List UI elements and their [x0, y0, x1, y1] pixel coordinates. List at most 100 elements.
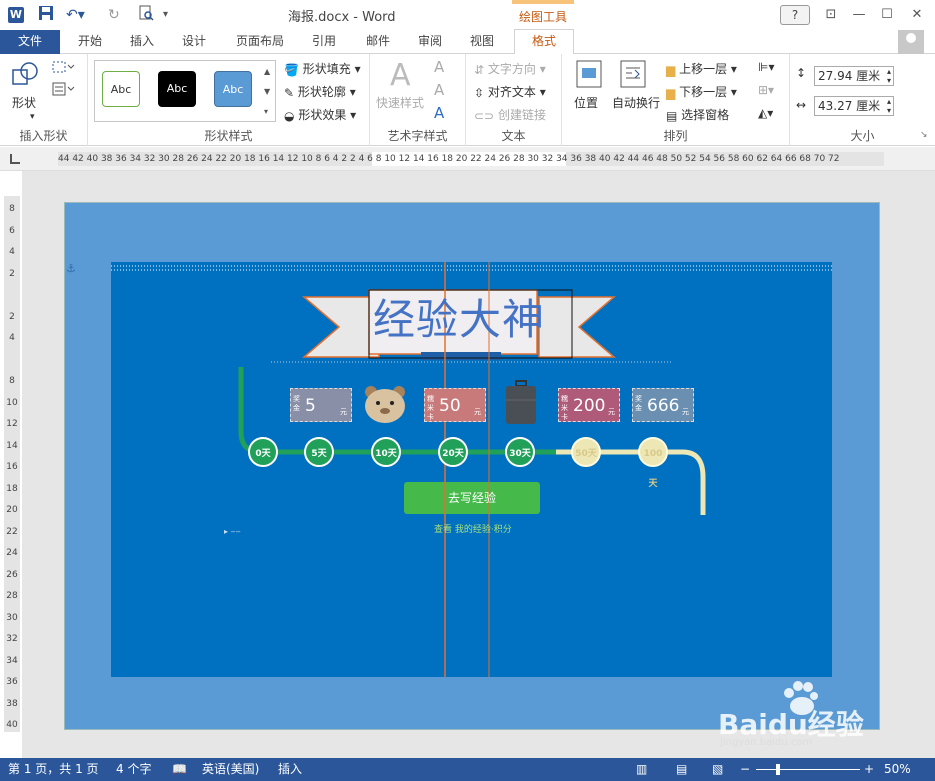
status-page[interactable]: 第 1 页，共 1 页: [8, 758, 99, 781]
group-label-text: 文本: [501, 129, 526, 143]
shape-height-input[interactable]: 27.94 厘米 ▴ ▾: [814, 66, 894, 86]
create-link-button[interactable]: ⊂⊃ 创建链接: [474, 106, 546, 123]
height-spinner-icon[interactable]: ▴ ▾: [887, 67, 891, 85]
position-icon[interactable]: [576, 60, 602, 91]
prize-luggage-icon[interactable]: [502, 380, 564, 424]
customize-quick-access-icon[interactable]: ▾: [163, 5, 168, 25]
milestone-marker[interactable]: 10天: [371, 437, 401, 467]
shapes-dropdown-icon[interactable]: ▾: [30, 112, 35, 122]
text-outline-icon[interactable]: A: [434, 81, 444, 99]
prize-coupon[interactable]: 糯米卡 200 元: [558, 388, 620, 422]
milestone-marker[interactable]: 30天: [505, 437, 535, 467]
ribbon-display-options-button[interactable]: ⊡: [818, 4, 844, 26]
milestone-marker[interactable]: 100天: [638, 437, 668, 489]
status-insert-mode[interactable]: 插入: [278, 758, 302, 781]
shapes-icon[interactable]: [10, 60, 40, 93]
bring-forward-button[interactable]: ▆ 上移一层 ▾: [666, 60, 737, 77]
text-direction-label: 文字方向: [487, 62, 536, 76]
shape-style-sample-black[interactable]: Abc: [158, 71, 196, 107]
shape-style-sample-outline[interactable]: Abc: [102, 71, 140, 107]
close-button[interactable]: ✕: [904, 4, 930, 26]
zoom-out-icon[interactable]: −: [740, 758, 750, 781]
milestone-marker[interactable]: 50天: [571, 437, 601, 467]
save-icon[interactable]: [38, 5, 54, 27]
horizontal-ruler[interactable]: 44 42 40 38 36 34 32 30 28 26 24 22 20 1…: [0, 147, 935, 171]
tab-insert[interactable]: 插入: [124, 30, 160, 54]
status-language[interactable]: 英语(美国): [202, 758, 259, 781]
banner-left-tail[interactable]: [301, 296, 380, 358]
wrap-text-button[interactable]: 自动换行: [612, 94, 660, 111]
shape-width-input[interactable]: 43.27 厘米 ▴ ▾: [814, 96, 894, 116]
prize-coupon[interactable]: 奖金 5 元: [290, 388, 352, 422]
shape-outline-button[interactable]: ✎ 形状轮廓 ▾: [284, 83, 356, 100]
prize-coupon[interactable]: 奖金 666 元: [632, 388, 694, 422]
tab-page-layout[interactable]: 页面布局: [230, 30, 290, 54]
poster-title[interactable]: 经验大神: [373, 290, 573, 350]
tab-design[interactable]: 设计: [176, 30, 212, 54]
status-word-count[interactable]: 4 个字: [116, 758, 151, 781]
shapes-button[interactable]: 形状: [12, 94, 36, 111]
tab-view[interactable]: 视图: [464, 30, 500, 54]
gallery-scroll-icon[interactable]: ▲ ▼ ▾: [264, 62, 270, 122]
edit-shape-icon[interactable]: [52, 60, 76, 77]
align-text-label: 对齐文本: [487, 85, 536, 99]
position-button[interactable]: 位置: [574, 94, 598, 111]
restore-button[interactable]: ☐: [874, 4, 900, 26]
redo-icon[interactable]: ↻: [108, 5, 120, 25]
selection-pane-button[interactable]: ▤ 选择窗格: [666, 106, 729, 123]
zoom-slider-track[interactable]: [756, 769, 860, 770]
shape-effects-button[interactable]: ◒ 形状效果 ▾: [284, 106, 356, 123]
anchor-icon[interactable]: ⚓: [66, 262, 76, 275]
wrap-text-icon[interactable]: [620, 60, 646, 91]
shape-style-sample-blue[interactable]: Abc: [214, 71, 252, 107]
prize-bear-plush-icon[interactable]: [361, 384, 423, 423]
minimize-button[interactable]: —: [846, 4, 872, 26]
send-backward-button[interactable]: ▆ 下移一层 ▾: [666, 83, 737, 100]
tab-mailings[interactable]: 邮件: [360, 30, 396, 54]
shape-fill-button[interactable]: 🪣 形状填充 ▾: [284, 60, 361, 77]
tab-references[interactable]: 引用: [306, 30, 342, 54]
tab-selector-icon[interactable]: [10, 154, 20, 164]
print-layout-icon[interactable]: ▤: [676, 758, 687, 781]
tab-review[interactable]: 审阅: [412, 30, 448, 54]
prize-coupon[interactable]: 糯米卡 50 元: [424, 388, 486, 422]
read-mode-icon[interactable]: ▥: [636, 758, 647, 781]
group-shape-styles: Abc Abc Abc ▲ ▼ ▾ 🪣 形状填充 ▾ ✎ 形状轮廓 ▾ ◒ 形状效果…: [88, 54, 370, 146]
zoom-slider-thumb[interactable]: [776, 764, 780, 775]
text-box-icon[interactable]: [52, 82, 76, 99]
milestone-marker[interactable]: 5天: [304, 437, 334, 467]
tab-home[interactable]: 开始: [72, 30, 108, 54]
ruler-number: 2: [9, 311, 15, 322]
word-app-icon[interactable]: W: [8, 7, 24, 23]
rotate-icon[interactable]: ◭▾: [758, 106, 773, 120]
zoom-in-icon[interactable]: +: [864, 758, 874, 781]
proofing-icon[interactable]: 📖: [172, 758, 187, 781]
web-layout-icon[interactable]: ▧: [712, 758, 723, 781]
coupon-value: 200: [573, 396, 606, 416]
group-arrange: 位置 自动换行 ▆ 上移一层 ▾ ▆ 下移一层 ▾ ▤ 选择窗格 ⊫▾ ⊞▾ ◭…: [562, 54, 790, 146]
vertical-ruler[interactable]: 8 6 4 2 2 4 8 10 12 14 16 18 20 22 24 26 28 30 32 34 36 38 40: [4, 196, 20, 732]
milestone-marker[interactable]: 20天: [438, 437, 468, 467]
text-effects-icon[interactable]: A: [434, 104, 444, 122]
milestone-marker[interactable]: 0天: [248, 437, 278, 467]
poster-subtext[interactable]: 查看 我的经验·积分: [434, 522, 512, 535]
size-dialog-launcher-icon[interactable]: ↘: [920, 130, 928, 140]
help-button[interactable]: ?: [780, 5, 810, 25]
cta-button-write-experience[interactable]: 去写经验: [404, 482, 540, 514]
tab-format[interactable]: 格式: [514, 29, 574, 55]
quick-styles-button[interactable]: 快速样式: [376, 94, 424, 111]
print-preview-icon[interactable]: [138, 5, 154, 27]
shape-height-value: 27.94 厘米: [818, 69, 881, 83]
undo-icon[interactable]: ↶▾: [66, 5, 85, 25]
text-fill-icon[interactable]: A: [434, 58, 444, 76]
width-spinner-icon[interactable]: ▴ ▾: [887, 97, 891, 115]
tab-file[interactable]: 文件: [0, 30, 60, 54]
group-objects-icon[interactable]: ⊞▾: [758, 83, 774, 97]
user-avatar[interactable]: [898, 30, 924, 54]
align-icon[interactable]: ⊫▾: [758, 60, 774, 74]
zoom-level[interactable]: 50%: [884, 758, 911, 781]
bring-forward-icon: ▆: [666, 62, 676, 77]
quick-styles-icon[interactable]: A: [390, 58, 411, 93]
text-direction-button[interactable]: ⇵ 文字方向 ▾: [474, 60, 546, 77]
align-text-button[interactable]: ⇳ 对齐文本 ▾: [474, 83, 546, 100]
